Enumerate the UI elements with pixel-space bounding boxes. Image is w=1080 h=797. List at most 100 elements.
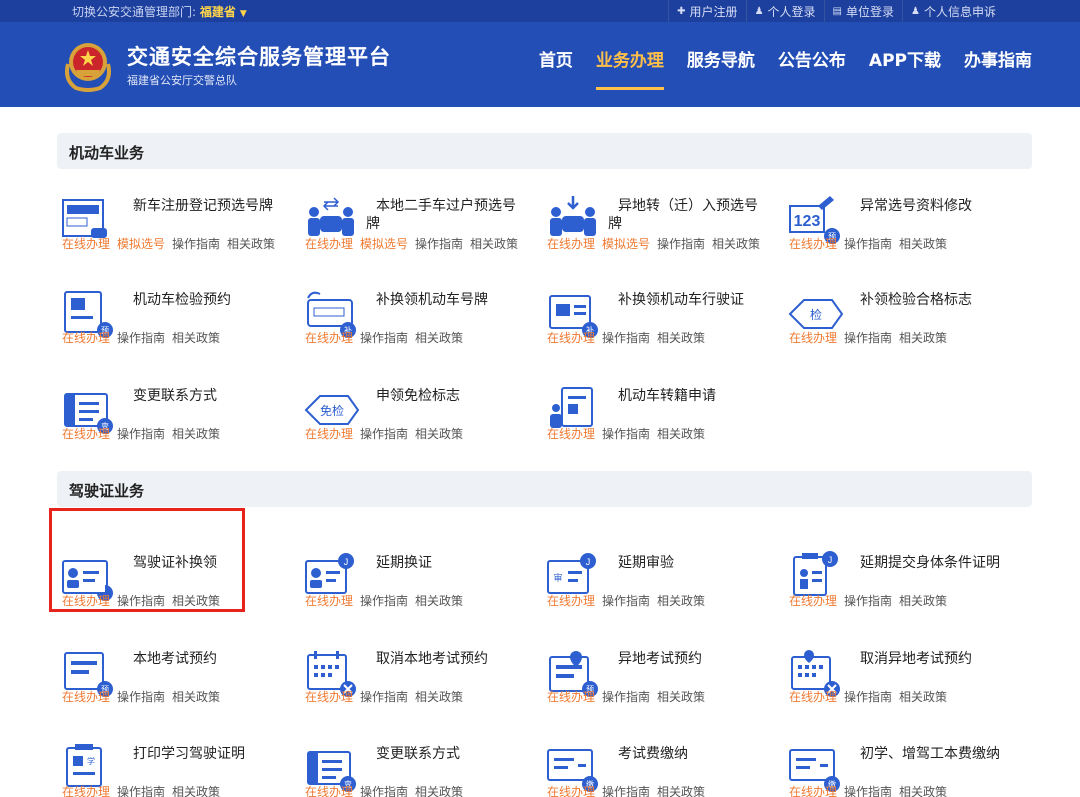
service-item[interactable]: 预机动车检验预约 在线办理 操作指南 相关政策	[57, 288, 297, 370]
service-item[interactable]: 缴考试费缴纳 在线办理 操作指南 相关政策	[542, 742, 782, 797]
policy-link[interactable]: 相关政策	[712, 237, 760, 251]
online-handle-link[interactable]: 在线办理	[305, 690, 353, 704]
online-handle-link[interactable]: 在线办理	[547, 690, 595, 704]
online-handle-link[interactable]: 在线办理	[62, 785, 110, 797]
policy-link[interactable]: 相关政策	[172, 331, 220, 345]
online-handle-link[interactable]: 在线办理	[62, 331, 110, 345]
guide-link[interactable]: 操作指南	[117, 331, 165, 345]
guide-link[interactable]: 操作指南	[117, 785, 165, 797]
unit-login-link[interactable]: ▤ 单位登录	[823, 0, 902, 22]
service-item[interactable]: 补补换领机动车号牌 在线办理 操作指南 相关政策	[300, 288, 540, 370]
guide-link[interactable]: 操作指南	[602, 785, 650, 797]
policy-link[interactable]: 相关政策	[172, 690, 220, 704]
policy-link[interactable]: 相关政策	[470, 237, 518, 251]
guide-link[interactable]: 操作指南	[844, 690, 892, 704]
service-item[interactable]: 本地二手车过户预选号牌 在线办理 模拟选号 操作指南 相关政策	[300, 194, 540, 276]
service-title[interactable]: 补领检验合格标志	[860, 291, 1010, 309]
service-title[interactable]: 考试费缴纳	[618, 745, 768, 763]
service-item[interactable]: 123 预异常选号资料修改 在线办理 操作指南 相关政策	[784, 194, 1024, 276]
policy-link[interactable]: 相关政策	[657, 690, 705, 704]
service-item[interactable]: J 延期换证 在线办理 操作指南 相关政策	[300, 551, 540, 633]
simulate-select-link[interactable]: 模拟选号	[602, 237, 650, 251]
guide-link[interactable]: 操作指南	[844, 594, 892, 608]
service-item[interactable]: 预本地考试预约 在线办理 操作指南 相关政策	[57, 647, 297, 729]
online-handle-link[interactable]: 在线办理	[305, 237, 353, 251]
service-item[interactable]: 检 补领检验合格标志 在线办理 操作指南 相关政策	[784, 288, 1024, 370]
online-handle-link[interactable]: 在线办理	[789, 785, 837, 797]
service-title[interactable]: 延期换证	[376, 554, 526, 572]
guide-link[interactable]: 操作指南	[602, 690, 650, 704]
online-handle-link[interactable]: 在线办理	[547, 785, 595, 797]
simulate-select-link[interactable]: 模拟选号	[117, 237, 165, 251]
service-item[interactable]: 变变更联系方式 在线办理 操作指南 相关政策	[300, 742, 540, 797]
policy-link[interactable]: 相关政策	[415, 594, 463, 608]
guide-link[interactable]: 操作指南	[844, 331, 892, 345]
nav-app-download[interactable]: APP下载	[869, 46, 941, 90]
guide-link[interactable]: 操作指南	[657, 237, 705, 251]
service-item[interactable]: 学 打印学习驾驶证明 在线办理 操作指南 相关政策	[57, 742, 297, 797]
online-handle-link[interactable]: 在线办理	[789, 331, 837, 345]
register-link[interactable]: ✚ 用户注册	[668, 0, 745, 22]
online-handle-link[interactable]: 在线办理	[62, 690, 110, 704]
online-handle-link[interactable]: 在线办理	[305, 594, 353, 608]
policy-link[interactable]: 相关政策	[899, 237, 947, 251]
nav-service-guide[interactable]: 服务导航	[687, 46, 755, 90]
guide-link[interactable]: 操作指南	[117, 690, 165, 704]
guide-link[interactable]: 操作指南	[602, 594, 650, 608]
policy-link[interactable]: 相关政策	[899, 331, 947, 345]
nav-announcements[interactable]: 公告公布	[778, 46, 846, 90]
service-item[interactable]: J 延期提交身体条件证明 在线办理 操作指南 相关政策	[784, 551, 1024, 633]
service-item[interactable]: 取消本地考试预约 在线办理 操作指南 相关政策	[300, 647, 540, 729]
service-title[interactable]: 机动车转籍申请	[618, 387, 768, 405]
service-title[interactable]: 延期审验	[618, 554, 768, 572]
policy-link[interactable]: 相关政策	[172, 785, 220, 797]
nav-business[interactable]: 业务办理	[595, 46, 664, 90]
policy-link[interactable]: 相关政策	[657, 331, 705, 345]
online-handle-link[interactable]: 在线办理	[789, 237, 837, 251]
service-item[interactable]: 异地转（迁）入预选号牌 在线办理 模拟选号 操作指南 相关政策	[542, 194, 782, 276]
personal-login-link[interactable]: ♟ 个人登录	[745, 0, 824, 22]
policy-link[interactable]: 相关政策	[899, 690, 947, 704]
online-handle-link[interactable]: 在线办理	[62, 237, 110, 251]
guide-link[interactable]: 操作指南	[844, 237, 892, 251]
policy-link[interactable]: 相关政策	[657, 785, 705, 797]
service-title[interactable]: 本地考试预约	[133, 650, 283, 668]
simulate-select-link[interactable]: 模拟选号	[360, 237, 408, 251]
service-title[interactable]: 新车注册登记预选号牌	[123, 197, 273, 215]
policy-link[interactable]: 相关政策	[415, 331, 463, 345]
guide-link[interactable]: 操作指南	[844, 785, 892, 797]
service-item[interactable]: 预异地考试预约 在线办理 操作指南 相关政策	[542, 647, 782, 729]
policy-link[interactable]: 相关政策	[657, 427, 705, 441]
service-title[interactable]: 初学、增驾工本费缴纳	[850, 745, 1000, 763]
service-title[interactable]: 申领免检标志	[376, 387, 526, 405]
online-handle-link[interactable]: 在线办理	[305, 331, 353, 345]
service-title[interactable]: 变更联系方式	[376, 745, 526, 763]
service-title[interactable]: 补换领机动车号牌	[376, 291, 526, 309]
service-item[interactable]: 取消异地考试预约 在线办理 操作指南 相关政策	[784, 647, 1024, 729]
service-title[interactable]: 异常选号资料修改	[860, 197, 1010, 215]
service-title[interactable]: 变更联系方式	[133, 387, 283, 405]
service-title[interactable]: 取消异地考试预约	[860, 650, 1010, 668]
online-handle-link[interactable]: 在线办理	[305, 785, 353, 797]
online-handle-link[interactable]: 在线办理	[547, 427, 595, 441]
nav-guide[interactable]: 办事指南	[964, 46, 1032, 90]
service-title[interactable]: 本地二手车过户预选号牌	[366, 197, 516, 233]
service-item[interactable]: 免检 申领免检标志 在线办理 操作指南 相关政策	[300, 384, 540, 466]
guide-link[interactable]: 操作指南	[602, 331, 650, 345]
service-item[interactable]: 变变更联系方式 在线办理 操作指南 相关政策	[57, 384, 297, 466]
service-title[interactable]: 打印学习驾驶证明	[133, 745, 283, 763]
department-switcher[interactable]: 切换公安交通管理部门: 福建省 ▼	[72, 3, 247, 20]
service-title[interactable]: 异地考试预约	[618, 650, 768, 668]
service-item[interactable]: 补补换领机动车行驶证 在线办理 操作指南 相关政策	[542, 288, 782, 370]
online-handle-link[interactable]: 在线办理	[547, 594, 595, 608]
service-title[interactable]: 补换领机动车行驶证	[608, 291, 758, 309]
online-handle-link[interactable]: 在线办理	[547, 237, 595, 251]
guide-link[interactable]: 操作指南	[360, 331, 408, 345]
policy-link[interactable]: 相关政策	[657, 594, 705, 608]
guide-link[interactable]: 操作指南	[360, 427, 408, 441]
policy-link[interactable]: 相关政策	[899, 785, 947, 797]
guide-link[interactable]: 操作指南	[360, 690, 408, 704]
online-handle-link[interactable]: 在线办理	[305, 427, 353, 441]
appeal-link[interactable]: ♟ 个人信息申诉	[902, 0, 1004, 22]
service-title[interactable]: 机动车检验预约	[133, 291, 283, 309]
